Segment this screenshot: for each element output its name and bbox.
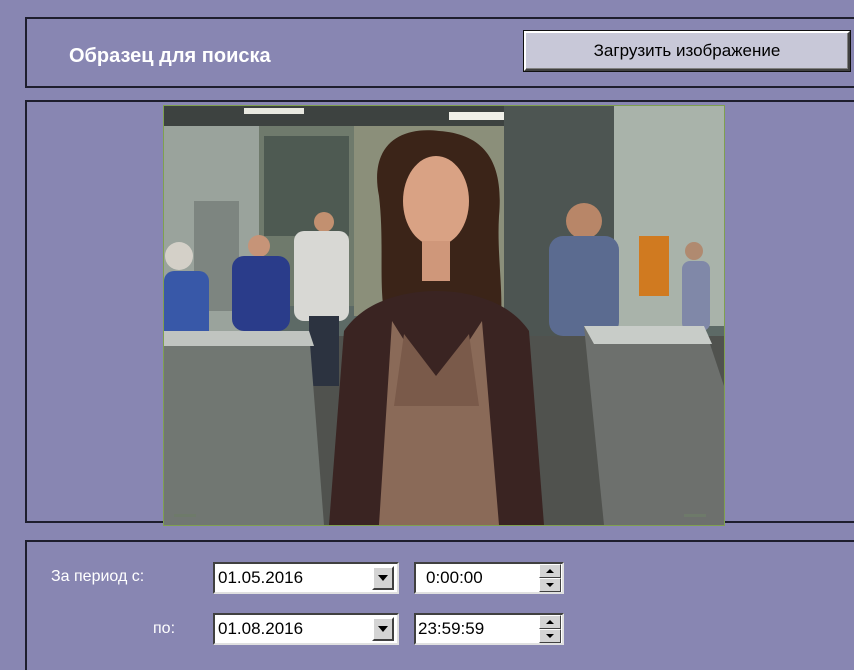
- from-time-spinner[interactable]: [539, 564, 561, 592]
- arrow-up-icon: [546, 620, 554, 624]
- from-date-value: 01.05.2016: [218, 568, 304, 587]
- chevron-down-icon: [378, 575, 388, 581]
- load-image-button[interactable]: Загрузить изображение: [524, 31, 850, 71]
- from-date-picker[interactable]: 01.05.2016: [213, 562, 399, 594]
- search-sample-header: Образец для поиска Загрузить изображение: [25, 17, 854, 88]
- to-date-picker[interactable]: 01.08.2016: [213, 613, 399, 645]
- spin-up-button[interactable]: [539, 564, 561, 578]
- arrow-down-icon: [546, 583, 554, 587]
- from-time-field[interactable]: 0:00:00: [414, 562, 564, 594]
- section-title: Образец для поиска: [69, 45, 271, 67]
- spin-up-button[interactable]: [539, 615, 561, 629]
- spin-down-button[interactable]: [539, 578, 561, 592]
- to-time-spinner[interactable]: [539, 615, 561, 643]
- arrow-down-icon: [546, 634, 554, 638]
- from-time-value: 0:00:00: [426, 568, 483, 587]
- image-panel: [25, 100, 854, 526]
- spin-down-button[interactable]: [539, 629, 561, 643]
- to-time-value: 23:59:59: [418, 619, 485, 638]
- to-date-value: 01.08.2016: [218, 619, 304, 638]
- to-time-field[interactable]: 23:59:59: [414, 613, 564, 645]
- arrow-up-icon: [546, 569, 554, 573]
- to-label: по:: [153, 620, 176, 637]
- from-label: За период с:: [51, 568, 145, 585]
- to-date-dropdown-button[interactable]: [372, 617, 394, 641]
- chevron-down-icon: [378, 626, 388, 632]
- photo-icon: [164, 106, 724, 525]
- period-panel: За период с: по: 01.05.2016 0:00:00 01.0…: [25, 540, 854, 670]
- sample-photo: [163, 105, 725, 526]
- from-date-dropdown-button[interactable]: [372, 566, 394, 590]
